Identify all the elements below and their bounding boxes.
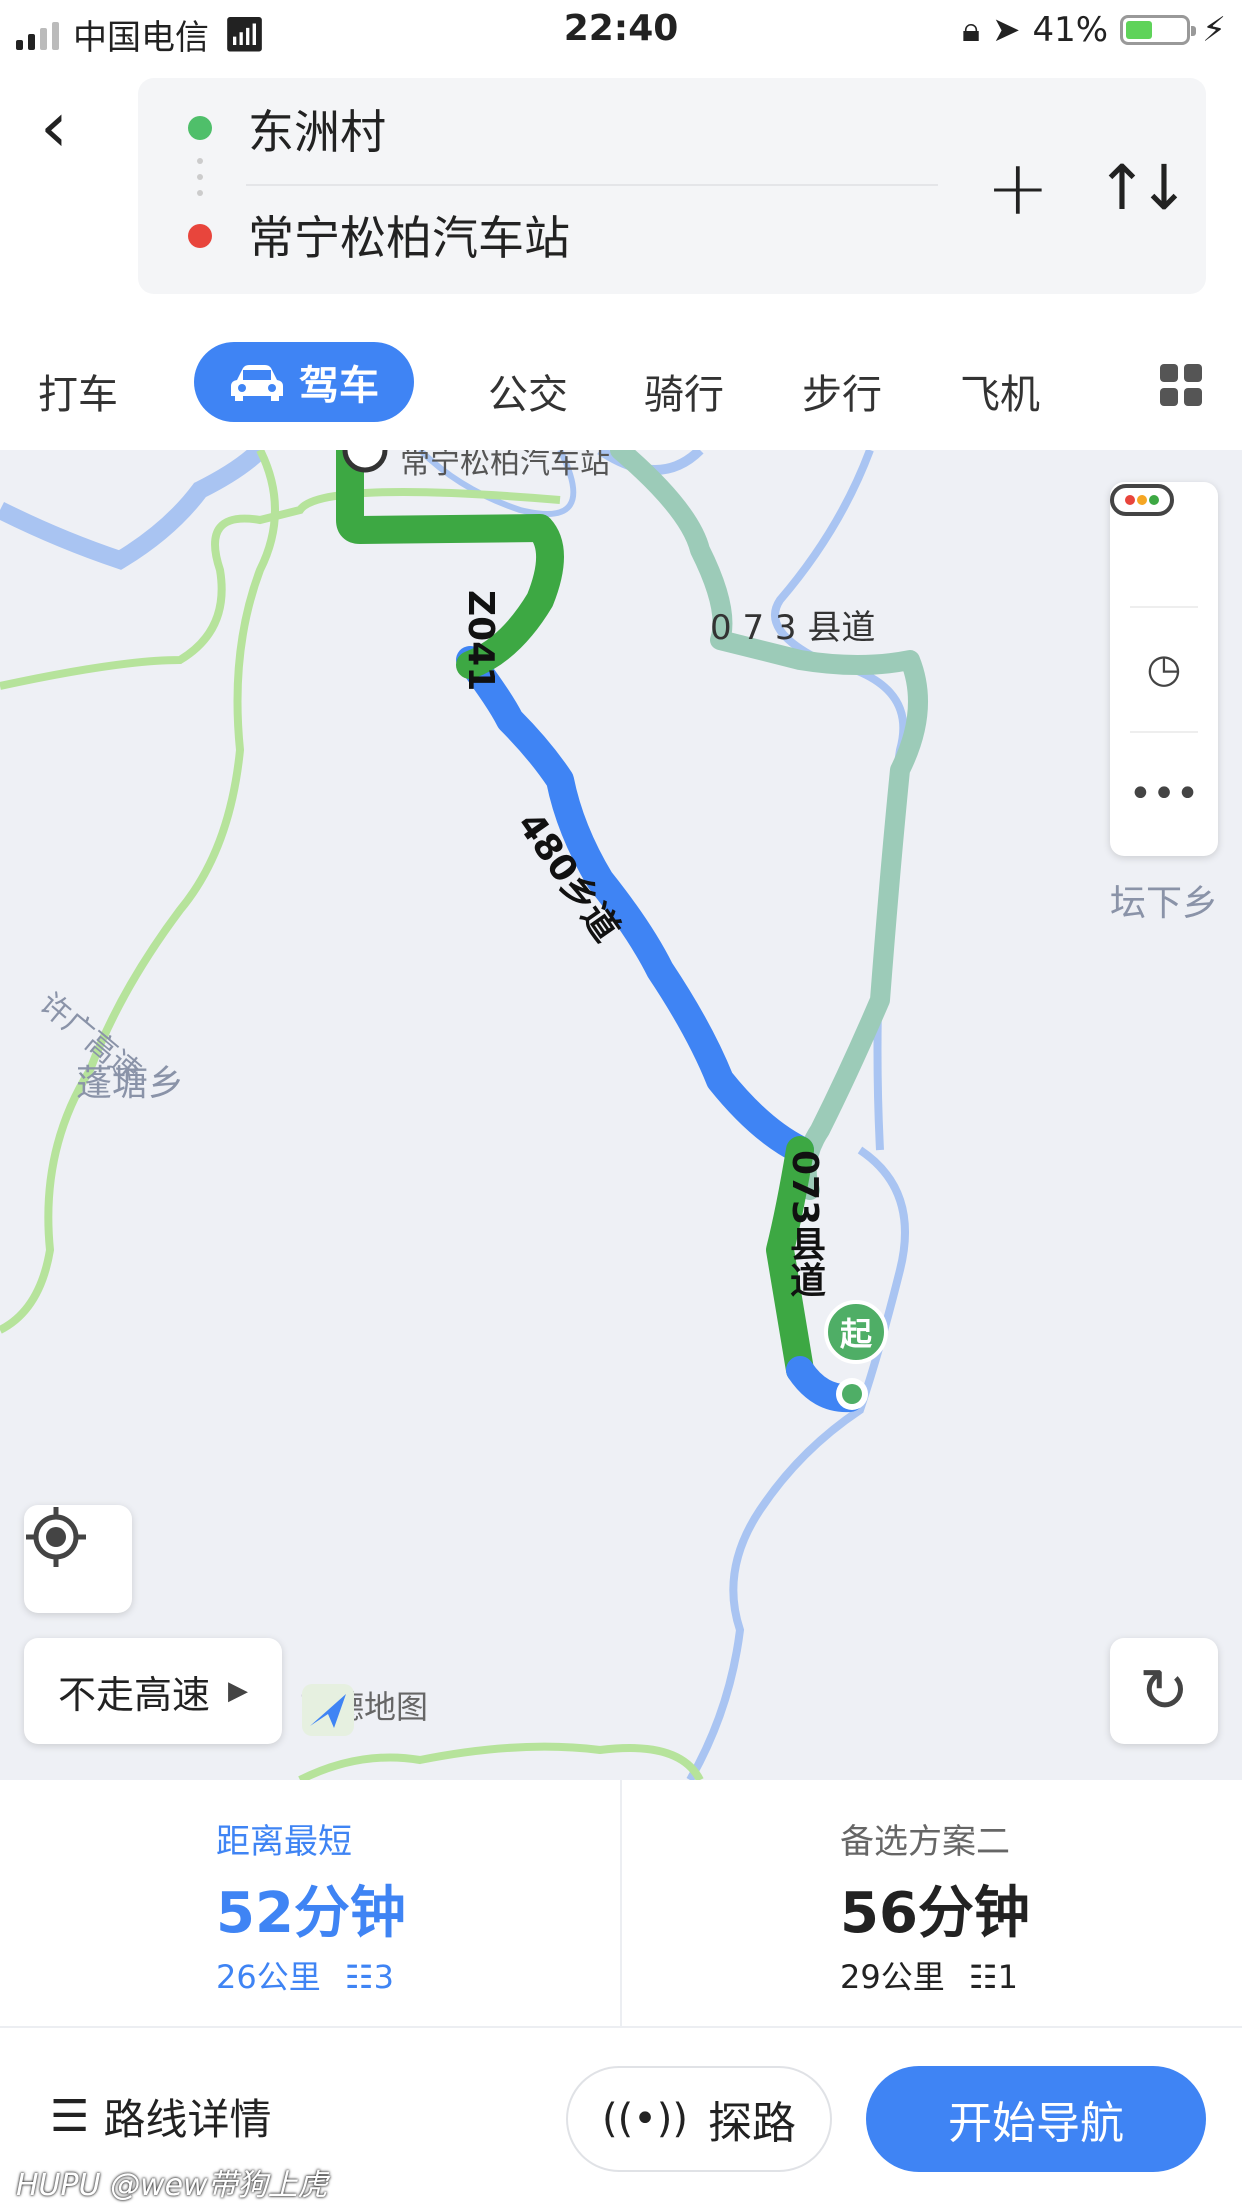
start-navigation-button[interactable]: 开始导航 — [866, 2066, 1206, 2172]
battery-icon — [1120, 15, 1197, 45]
traffic-light-count-icon: ☷ — [344, 1958, 374, 1996]
origin-field[interactable]: 东洲村 — [248, 96, 386, 162]
avoid-highway-button[interactable]: 不走高速 ▶ — [24, 1638, 282, 1744]
route-dots-icon — [197, 158, 203, 164]
route-option-2[interactable]: 备选方案二 56分钟 29公里 ☷1 — [622, 1780, 1242, 2028]
route-option-distance: 29公里 — [840, 1958, 945, 1996]
route-options: 距离最短 52分钟 26公里 ☷3 备选方案二 56分钟 29公里 ☷1 — [0, 1780, 1242, 2028]
tab-flight[interactable]: 飞机 — [960, 362, 1040, 420]
route-option-1[interactable]: 距离最短 52分钟 26公里 ☷3 — [0, 1780, 620, 2028]
triangle-right-icon: ▶ — [228, 1676, 248, 1706]
tab-taxi[interactable]: 打车 — [38, 362, 118, 420]
map-label-destination: 常宁松柏汽车站 — [400, 450, 610, 481]
route-header: ‹ 东洲村 常宁松柏汽车站 + ↑↓ 打车 驾车 公交 骑行 步行 飞机 — [0, 62, 1242, 450]
route-option-lights: 1 — [997, 1958, 1018, 1996]
avoid-highway-label: 不走高速 — [57, 1672, 210, 1717]
start-marker[interactable]: 起 — [824, 1300, 888, 1364]
origin-dot-icon — [188, 116, 212, 140]
map-label-road-073-top: 0 7 3 县道 — [710, 608, 876, 648]
list-icon: ☰ — [50, 2091, 90, 2142]
traffic-light-count-icon: ☷ — [968, 1958, 998, 1996]
tab-drive[interactable]: 驾车 — [194, 342, 414, 422]
route-option-meta: 29公里 ☷1 — [840, 1952, 1018, 1998]
refresh-icon: ↻ — [1138, 1656, 1190, 1726]
explore-route-label: 探路 — [708, 2098, 796, 2149]
car-icon — [231, 365, 283, 401]
charging-icon: ⚡︎ — [1202, 10, 1226, 50]
status-right: 🔒︎ ➤ 41% ⚡︎ — [962, 10, 1226, 50]
battery-percent: 41% — [1032, 10, 1109, 50]
tab-bike[interactable]: 骑行 — [644, 362, 724, 420]
back-button[interactable]: ‹ — [40, 92, 100, 162]
route-option-tag: 距离最短 — [216, 1822, 352, 1862]
map-canvas — [0, 450, 928, 1780]
more-dots-icon: ••• — [1128, 771, 1200, 817]
map-label-road-073: 073县道 — [784, 1150, 825, 1298]
tab-walk[interactable]: 步行 — [802, 362, 882, 420]
locate-icon — [26, 1507, 86, 1567]
route-details-label: 路线详情 — [103, 2095, 272, 2144]
route-details-button[interactable]: ☰ 路线详情 — [50, 2086, 271, 2147]
tab-drive-label: 驾车 — [299, 363, 379, 409]
divider — [246, 184, 938, 186]
tab-bus[interactable]: 公交 — [488, 362, 568, 420]
route-option-tag: 备选方案二 — [840, 1822, 1010, 1862]
amap-logo-icon — [302, 1684, 354, 1736]
status-bar: 中国电信 📶︎ 22:40 🔒︎ ➤ 41% ⚡︎ — [0, 0, 1242, 62]
route-option-time: 56分钟 — [840, 1881, 1030, 1946]
more-button[interactable]: ••• — [1110, 732, 1218, 856]
route-option-lights: 3 — [373, 1958, 394, 1996]
route-dots-icon — [197, 174, 203, 180]
amap-logo: 高德地图 — [300, 1682, 428, 1736]
map-controls: ◷ ••• — [1110, 482, 1218, 856]
rotation-lock-icon: 🔒︎ — [961, 10, 981, 50]
route-option-meta: 26公里 ☷3 — [216, 1952, 394, 1998]
more-modes-icon[interactable] — [1160, 364, 1202, 406]
location-arrow-icon: ➤ — [992, 10, 1021, 50]
traffic-toggle-button[interactable] — [1110, 482, 1218, 606]
explore-route-button[interactable]: ((•)) 探路 — [566, 2066, 832, 2172]
route-input-box: 东洲村 常宁松柏汽车站 + ↑↓ — [138, 78, 1206, 294]
map-label-road-z041: Z041 — [460, 590, 501, 692]
destination-field[interactable]: 常宁松柏汽车站 — [248, 202, 570, 268]
locate-button[interactable] — [24, 1505, 132, 1613]
map-label-town-tanxia: 坛下乡 — [1110, 883, 1219, 924]
refresh-button[interactable]: ↻ — [1110, 1638, 1218, 1744]
swap-route-button[interactable]: ↑↓ — [1096, 150, 1190, 226]
clock-icon: ◷ — [1146, 646, 1182, 692]
route-option-time: 52分钟 — [216, 1881, 406, 1946]
map-view[interactable]: 常宁松柏汽车站 0 7 3 县道 Z041 480乡道 073县道 坛下乡 蓬塘… — [0, 450, 1242, 1780]
broadcast-icon: ((•)) — [601, 2096, 688, 2142]
destination-dot-icon — [188, 224, 212, 248]
transport-tabs: 打车 驾车 公交 骑行 步行 飞机 — [0, 342, 1242, 450]
time-button[interactable]: ◷ — [1110, 607, 1218, 731]
route-dots-icon — [197, 190, 203, 196]
watermark: HUPU @wew带狗上虎 — [16, 2168, 328, 2203]
route-option-distance: 26公里 — [216, 1958, 321, 1996]
add-waypoint-button[interactable]: + — [986, 150, 1050, 226]
traffic-light-icon — [1110, 484, 1174, 516]
